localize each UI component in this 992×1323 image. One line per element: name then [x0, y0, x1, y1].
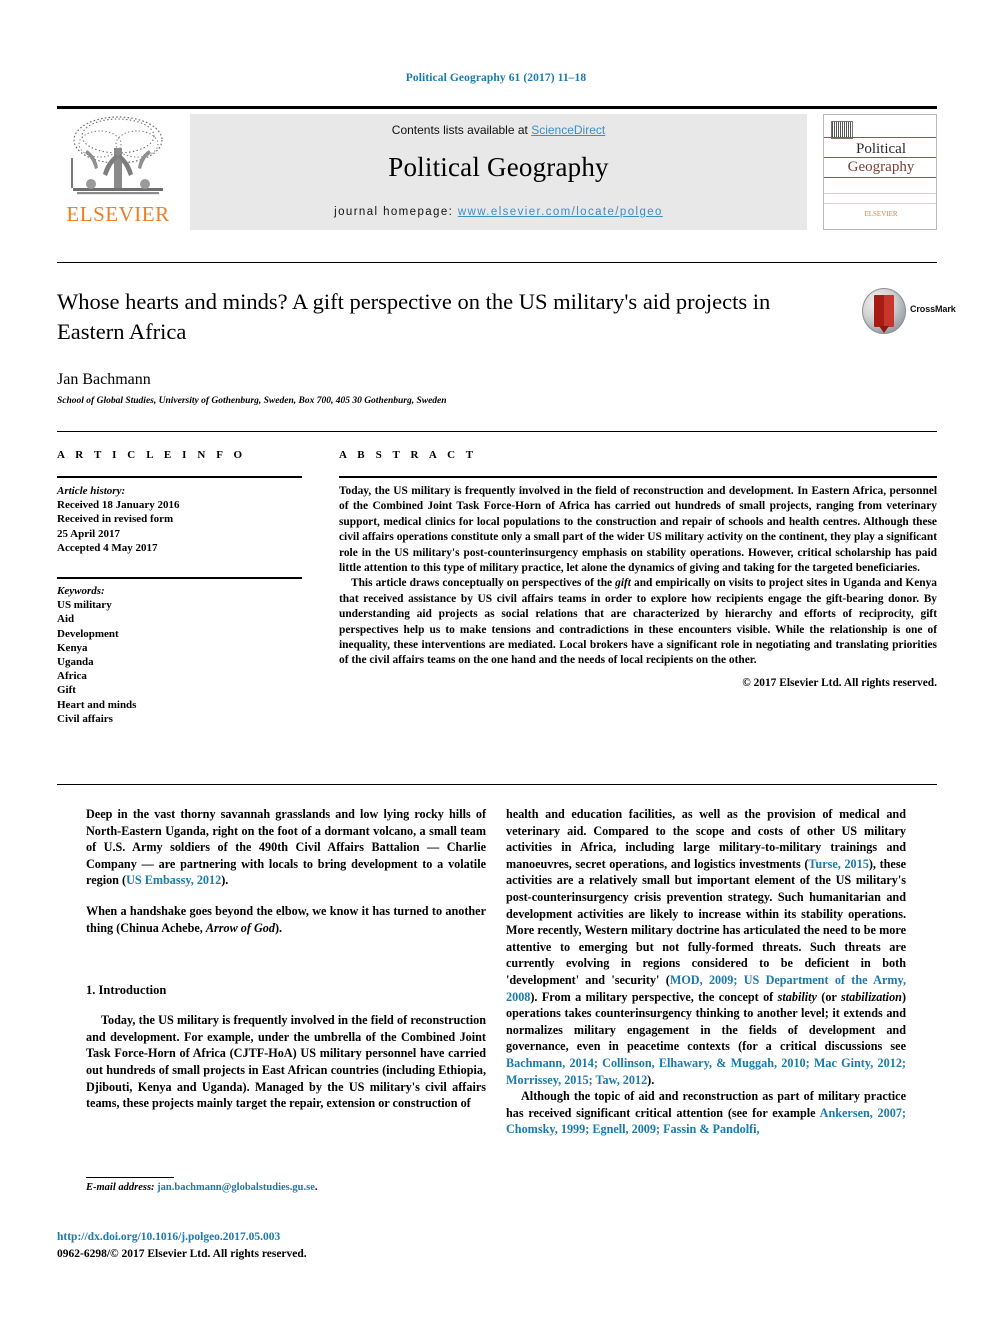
keyword-item: Aid	[57, 613, 75, 626]
page-title: Whose hearts and minds? A gift perspecti…	[57, 289, 771, 344]
body-column-right: health and education facilities, as well…	[506, 806, 906, 1138]
cover-rule	[824, 193, 936, 194]
abstract-paragraph: This article draws conceptually on persp…	[339, 576, 937, 668]
right-paragraph-2: Although the topic of aid and reconstruc…	[506, 1088, 906, 1138]
intro-paragraph-1: Today, the US military is frequently inv…	[86, 1013, 486, 1111]
epigraph-paragraph-2: When a handshake goes beyond the elbow, …	[86, 903, 486, 936]
footnote-email: E-mail address: jan.bachmann@globalstudi…	[86, 1182, 486, 1193]
rp1-text-f: ).	[647, 1072, 655, 1087]
article-info-heading: A R T I C L E I N F O	[57, 449, 247, 461]
title-separator-rule	[57, 262, 937, 263]
cover-rule	[824, 137, 936, 138]
cover-rule	[824, 203, 936, 204]
body-column-left: Deep in the vast thorny savannah grassla…	[86, 806, 486, 1112]
abstract-rule	[339, 476, 937, 478]
info-rule	[57, 476, 302, 478]
cover-footer-brand: ELSEVIER	[864, 210, 898, 218]
keywords-block: Keywords: US military Aid Development Ke…	[57, 584, 302, 726]
keyword-item: Africa	[57, 670, 87, 683]
journal-homepage-line: journal homepage: www.elsevier.com/locat…	[190, 206, 807, 218]
citation-link[interactable]: Bachmann, 2014; Collinson, Elhawary, & M…	[506, 1056, 906, 1087]
journal-title: Political Geography	[388, 152, 609, 182]
crossmark-label: CrossMark	[910, 304, 956, 314]
keyword-item: Heart and minds	[57, 698, 137, 711]
keyword-item: Gift	[57, 684, 76, 697]
email-tail: .	[314, 1182, 318, 1193]
epigraph-paragraph-1: Deep in the vast thorny savannah grassla…	[86, 806, 486, 889]
elsevier-logo: ELSEVIER	[59, 114, 177, 230]
cover-footer: ELSEVIER	[824, 210, 936, 218]
epigraph-2-emphasis: Arrow of God	[205, 920, 275, 935]
epigraph-2-text-a: When a handshake goes beyond the elbow, …	[86, 903, 486, 935]
elsevier-wordmark: ELSEVIER	[66, 202, 170, 226]
sciencedirect-link[interactable]: ScienceDirect	[531, 123, 605, 137]
rp1-text-d: (or	[816, 989, 841, 1004]
abstract-copyright: © 2017 Elsevier Ltd. All rights reserved…	[742, 676, 937, 689]
epigraph-2-text-b: ).	[274, 920, 283, 935]
homepage-prefix: journal homepage:	[334, 206, 458, 218]
contents-available-line: Contents lists available at ScienceDirec…	[190, 123, 807, 137]
crossmark-badge[interactable]: CrossMark	[862, 288, 956, 334]
abstract-p2-text-b: and empirically on visits to project sit…	[339, 577, 937, 667]
keywords-rule	[57, 577, 302, 579]
rp1-emphasis-1: stability	[777, 989, 817, 1004]
email-link[interactable]: jan.bachmann@globalstudies.gu.se	[157, 1182, 315, 1193]
keyword-item: US military	[57, 599, 112, 612]
journal-homepage-link[interactable]: www.elsevier.com/locate/polgeo	[458, 206, 663, 218]
history-item: 25 April 2017	[57, 527, 120, 540]
rp1-text-c: ). From a military perspective, the conc…	[530, 989, 778, 1004]
keywords-label: Keywords:	[57, 585, 105, 597]
keyword-item: Civil affairs	[57, 712, 113, 725]
keyword-item: Uganda	[57, 656, 94, 669]
author-affiliation: School of Global Studies, University of …	[57, 396, 447, 406]
cover-title-line2: Geography	[847, 159, 915, 175]
article-history-label: Article history:	[57, 485, 126, 497]
keyword-item: Kenya	[57, 641, 88, 654]
article-history-block: Article history: Received 18 January 201…	[57, 484, 302, 555]
cover-rule	[824, 157, 936, 158]
abstract-p2-emphasis: gift	[615, 577, 631, 590]
issn-copyright-line: 0962-6298/© 2017 Elsevier Ltd. All right…	[57, 1248, 307, 1260]
abstract-p1-text: Today, the US military is frequently inv…	[339, 485, 937, 575]
journal-masthead: ELSEVIER Contents lists available at Sci…	[57, 106, 937, 230]
epigraph-1-text-b: ).	[221, 873, 229, 888]
crossmark-book-icon	[874, 295, 894, 333]
crossmark-disc-icon	[862, 288, 906, 334]
citation-link[interactable]: US Embassy, 2012	[126, 873, 221, 887]
history-item: Received in revised form	[57, 513, 174, 526]
abstract-paragraph: Today, the US military is frequently inv…	[339, 484, 937, 576]
doi-link[interactable]: http://dx.doi.org/10.1016/j.polgeo.2017.…	[57, 1231, 280, 1243]
author-name: Jan Bachmann	[57, 371, 151, 388]
cover-rule	[824, 177, 936, 178]
footnote-separator-rule	[86, 1177, 174, 1178]
history-item: Accepted 4 May 2017	[57, 541, 158, 554]
keyword-item: Development	[57, 627, 119, 640]
section-heading-introduction: 1. Introduction	[86, 983, 167, 997]
masthead-contents-box: Contents lists available at ScienceDirec…	[190, 114, 807, 230]
info-top-rule	[57, 431, 937, 432]
history-item: Received 18 January 2016	[57, 499, 180, 512]
abstract-heading: A B S T R A C T	[339, 449, 478, 461]
contents-prefix: Contents lists available at	[391, 123, 532, 137]
article-page: Political Geography 61 (2017) 11–18 ELSE…	[0, 0, 992, 1323]
email-label: E-mail address:	[86, 1182, 155, 1193]
abstract-p2-text-a: This article draws conceptually on persp…	[351, 577, 616, 590]
running-head: Political Geography 61 (2017) 11–18	[405, 72, 587, 84]
right-paragraph-1: health and education facilities, as well…	[506, 806, 906, 1088]
citation-link[interactable]: Turse, 2015	[808, 857, 868, 871]
masthead-top-rule	[57, 106, 937, 109]
rp1-emphasis-2: stabilization	[840, 989, 902, 1004]
abstract-bottom-rule	[57, 784, 937, 785]
journal-cover-thumbnail: Political Geography ELSEVIER	[823, 114, 937, 230]
rp1-text-b: ), these activities are a relatively sma…	[506, 856, 906, 987]
cover-title-line1: Political	[856, 141, 906, 157]
abstract-body: Today, the US military is frequently inv…	[339, 484, 937, 691]
doi-text: http://dx.doi.org/10.1016/j.polgeo.2017.…	[57, 1231, 281, 1243]
elsevier-tree-icon	[67, 114, 169, 202]
